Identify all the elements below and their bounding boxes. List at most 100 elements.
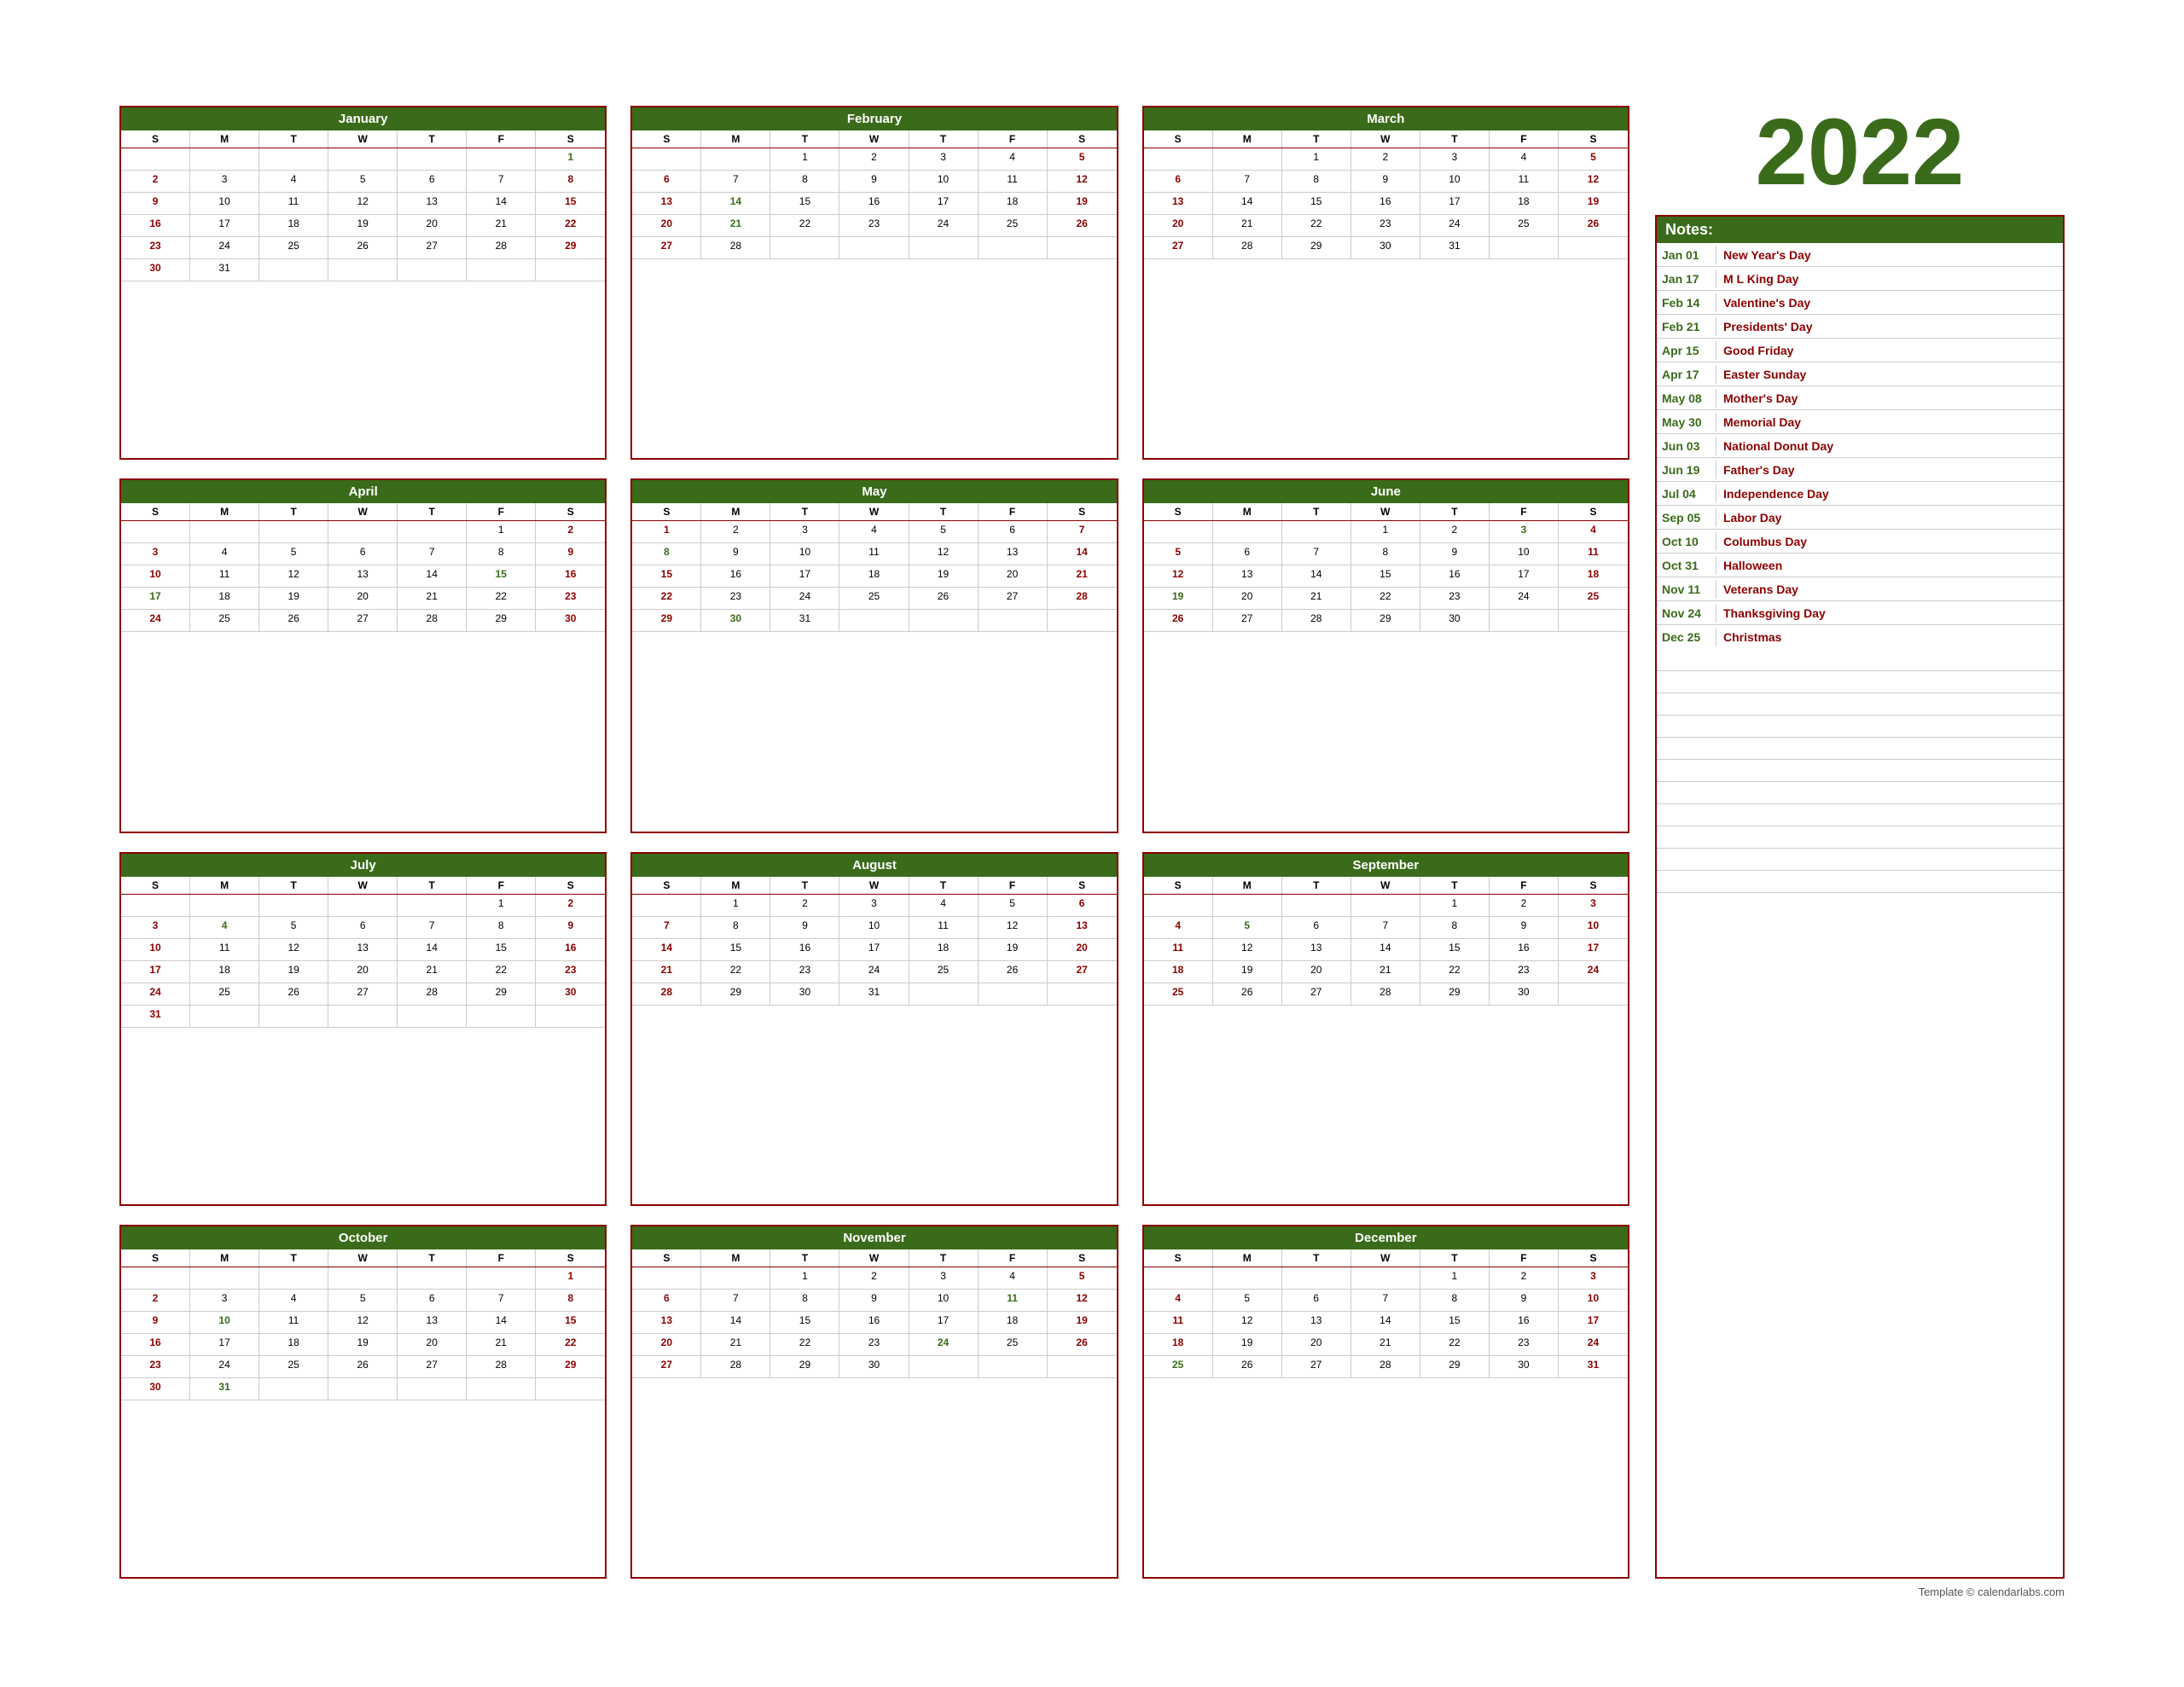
calendar-day: 29	[467, 610, 536, 632]
calendar-day: 20	[979, 565, 1048, 588]
calendar-day: 21	[398, 961, 467, 983]
calendar-day: 25	[1144, 1356, 1213, 1378]
calendar-day: 3	[121, 917, 190, 939]
calendar-day: 4	[1559, 521, 1628, 543]
day-label: W	[1351, 503, 1420, 520]
empty-cell	[979, 1356, 1048, 1378]
calendar-day: 29	[467, 983, 536, 1006]
calendar-day: 8	[467, 917, 536, 939]
calendar-day: 6	[1144, 171, 1213, 193]
empty-cell	[1559, 610, 1628, 632]
notes-header: Notes:	[1657, 217, 2063, 243]
empty-note-row	[1657, 649, 2063, 671]
empty-cell	[909, 1356, 979, 1378]
calendar-day: 15	[770, 1312, 839, 1334]
empty-cell	[398, 895, 467, 917]
holiday-row: Jul 04Independence Day	[1657, 482, 2063, 506]
calendar-day: 16	[839, 1312, 909, 1334]
calendar-day: 9	[770, 917, 839, 939]
calendar-day: 13	[1213, 565, 1282, 588]
holiday-date: Feb 21	[1657, 317, 1716, 336]
day-label: W	[328, 1249, 398, 1267]
calendar-day: 5	[1048, 1267, 1117, 1290]
calendar-day: 25	[190, 610, 259, 632]
day-label: T	[770, 877, 839, 894]
empty-cell	[1048, 237, 1117, 259]
calendar-day: 7	[1351, 917, 1420, 939]
calendar-day: 5	[1144, 543, 1213, 565]
calendar-days-header: SMTWTFS	[632, 130, 1116, 148]
empty-cell	[1282, 1267, 1351, 1290]
calendar-day: 2	[121, 1290, 190, 1312]
calendar-day: 23	[121, 1356, 190, 1378]
calendar-cells: 1234567891011121314151617181920212223242…	[632, 148, 1116, 259]
calendar-day: 17	[1559, 939, 1628, 961]
empty-cell	[121, 1267, 190, 1290]
calendar-day: 26	[1213, 983, 1282, 1006]
calendar-day: 31	[1559, 1356, 1628, 1378]
day-label: M	[1213, 1249, 1282, 1267]
calendar-day: 19	[328, 1334, 398, 1356]
day-label: T	[398, 1249, 467, 1267]
empty-note-row	[1657, 693, 2063, 716]
calendar-day: 26	[328, 1356, 398, 1378]
day-label: S	[121, 503, 190, 520]
empty-note-row	[1657, 760, 2063, 782]
day-label: F	[979, 130, 1048, 148]
day-label: F	[979, 877, 1048, 894]
calendar-day: 5	[909, 521, 979, 543]
holiday-date: Nov 24	[1657, 604, 1716, 623]
day-label: S	[121, 130, 190, 148]
empty-note-row	[1657, 849, 2063, 871]
calendar-day: 13	[398, 193, 467, 215]
calendar-day: 1	[1282, 148, 1351, 171]
calendar-day: 28	[632, 983, 701, 1006]
calendar-may: MaySMTWTFS123456789101112131415161718192…	[630, 478, 1118, 832]
calendar-day: 2	[839, 1267, 909, 1290]
calendar-day: 2	[839, 148, 909, 171]
calendar-days-header: SMTWTFS	[632, 877, 1116, 895]
holiday-date: Jun 19	[1657, 461, 1716, 479]
calendar-day: 28	[398, 610, 467, 632]
calendar-day: 15	[701, 939, 770, 961]
day-label: S	[1559, 130, 1628, 148]
calendar-day: 19	[979, 939, 1048, 961]
calendar-day: 24	[1559, 961, 1628, 983]
empty-cell	[1490, 610, 1559, 632]
day-label: F	[979, 1249, 1048, 1267]
holidays-list: Jan 01New Year's DayJan 17M L King DayFe…	[1657, 243, 2063, 649]
calendar-day: 21	[467, 1334, 536, 1356]
empty-cell	[1213, 1267, 1282, 1290]
calendar-day: 13	[1282, 1312, 1351, 1334]
calendar-day: 24	[1559, 1334, 1628, 1356]
calendar-day: 11	[259, 1312, 328, 1334]
calendar-day: 2	[536, 521, 605, 543]
holiday-row: May 30Memorial Day	[1657, 410, 2063, 434]
calendar-day: 3	[121, 543, 190, 565]
empty-cell	[536, 1006, 605, 1028]
calendar-month-header: July	[121, 854, 605, 877]
calendar-day: 16	[770, 939, 839, 961]
calendar-day: 12	[1213, 939, 1282, 961]
calendar-day: 24	[770, 588, 839, 610]
calendar-day: 5	[259, 543, 328, 565]
holiday-date: Oct 10	[1657, 532, 1716, 551]
calendar-day: 10	[121, 939, 190, 961]
empty-cell	[1351, 895, 1420, 917]
empty-cell	[979, 237, 1048, 259]
calendar-day: 12	[1048, 1290, 1117, 1312]
calendar-march: MarchSMTWTFS1234567891011121314151617181…	[1142, 106, 1629, 460]
calendar-day: 23	[121, 237, 190, 259]
calendar-day: 13	[398, 1312, 467, 1334]
calendar-days-header: SMTWTFS	[1144, 877, 1628, 895]
calendar-day: 25	[839, 588, 909, 610]
calendar-day: 13	[1282, 939, 1351, 961]
empty-cell	[632, 1267, 701, 1290]
calendar-day: 4	[979, 1267, 1048, 1290]
calendar-day: 30	[839, 1356, 909, 1378]
empty-cell	[1144, 1267, 1213, 1290]
day-label: W	[328, 877, 398, 894]
calendar-november: NovemberSMTWTFS1234567891011121314151617…	[630, 1225, 1118, 1579]
calendar-day: 13	[979, 543, 1048, 565]
calendar-day: 6	[328, 543, 398, 565]
